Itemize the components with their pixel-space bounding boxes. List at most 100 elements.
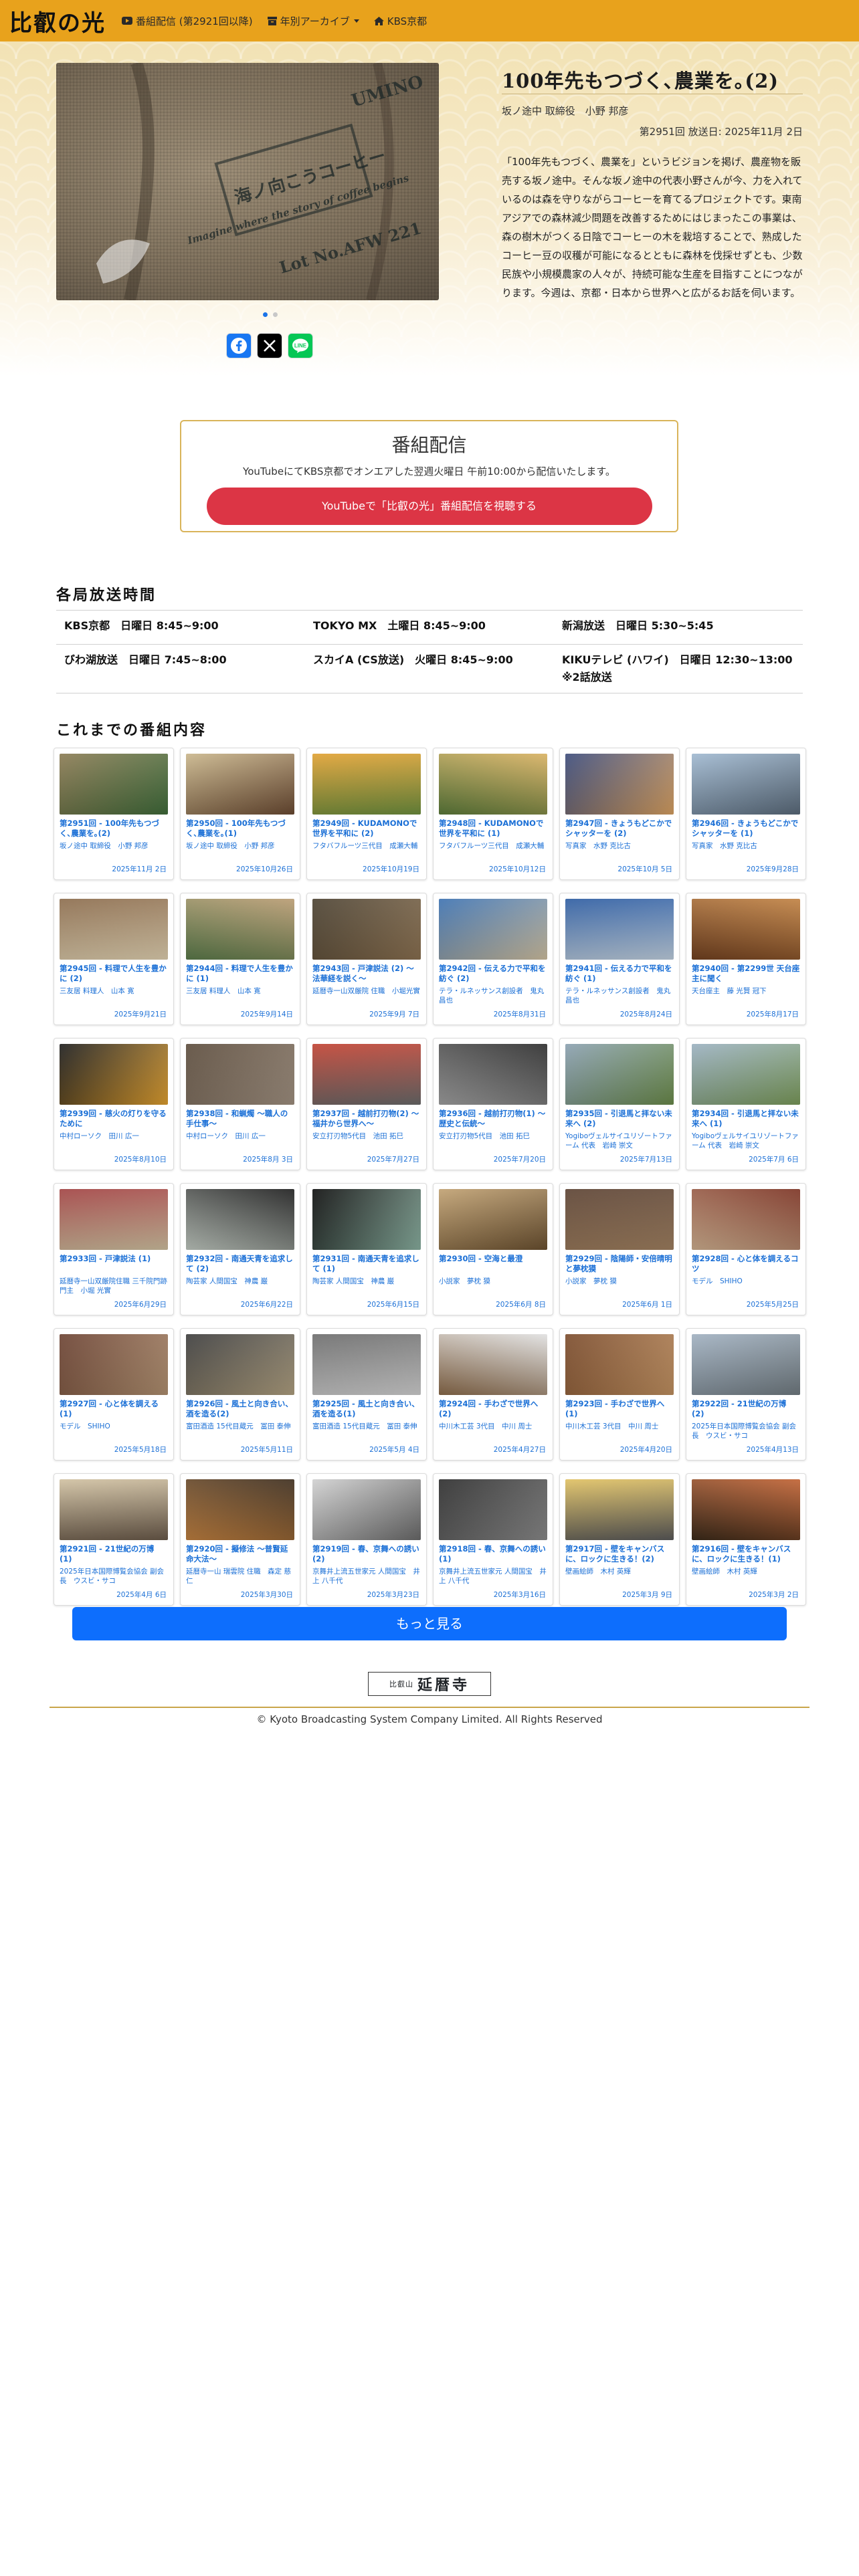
episode-card-title[interactable]: 第2934回 - 引退馬と拝ない未来へ (1) (692, 1109, 800, 1129)
episode-thumbnail[interactable] (439, 1334, 547, 1395)
episode-card-title[interactable]: 第2916回 - 壁をキャンバスに、ロックに生きる！(1) (692, 1544, 800, 1564)
episode-card[interactable]: 第2928回 - 心と体を調えるコツ モデル SHIHO 2025年5月25日 (686, 1183, 806, 1315)
episode-thumbnail[interactable] (312, 1479, 421, 1540)
episode-thumbnail[interactable] (60, 1334, 168, 1395)
episode-card[interactable]: 第2937回 - 越前打刃物(2) 〜福井から世界へ〜 安立打刃物5代目 池田 拓… (306, 1038, 427, 1170)
episode-thumbnail[interactable] (439, 1044, 547, 1105)
episode-card[interactable]: 第2930回 - 空海と最澄 小説家 夢枕 獏 2025年6月 8日 (433, 1183, 553, 1315)
episode-thumbnail[interactable] (186, 1479, 294, 1540)
episode-thumbnail[interactable] (186, 1334, 294, 1395)
episode-card-title[interactable]: 第2950回 - 100年先もつづく､農業を｡(1) (186, 819, 294, 839)
episode-card-title[interactable]: 第2949回 - KUDAMONOで世界を平和に (2) (312, 819, 421, 839)
episode-card[interactable]: 第2935回 - 引退馬と拝ない未来へ (2) Yogiboヴェルサイユリゾートフ… (559, 1038, 680, 1170)
episode-card[interactable]: 第2920回 - 擬修法 〜普賢延命大法〜 延暦寺一山 瑞雲院 住職 森定 慈仁 2… (180, 1473, 300, 1606)
episode-card[interactable]: 第2944回 - 料理で人生を豊かに (1) 三友居 料理人 山本 寛 2025年9… (180, 893, 300, 1025)
episode-thumbnail[interactable] (60, 899, 168, 960)
episode-thumbnail[interactable] (439, 1479, 547, 1540)
episode-thumbnail[interactable] (565, 1479, 674, 1540)
episode-thumbnail[interactable] (312, 1044, 421, 1105)
episode-card[interactable]: 第2916回 - 壁をキャンバスに、ロックに生きる！(1) 壁画絵師 木村 英輝 2… (686, 1473, 806, 1606)
nav-item-archive[interactable]: 年別アーカイブ (267, 14, 359, 28)
carousel-dot-1[interactable] (263, 312, 268, 317)
episode-thumbnail[interactable] (439, 899, 547, 960)
episode-thumbnail[interactable] (565, 1189, 674, 1250)
episode-thumbnail[interactable] (692, 899, 800, 960)
episode-card-title[interactable]: 第2923回 - 手わざで世界へ(1) (565, 1399, 674, 1419)
episode-thumbnail[interactable] (692, 1479, 800, 1540)
episode-card[interactable]: 第2934回 - 引退馬と拝ない未来へ (1) Yogiboヴェルサイユリゾートフ… (686, 1038, 806, 1170)
episode-thumbnail[interactable] (186, 1189, 294, 1250)
episode-card[interactable]: 第2939回 - 慈火の灯りを守るために 中村ローソク 田川 広一 2025年8月1… (54, 1038, 174, 1170)
episode-thumbnail[interactable] (565, 754, 674, 815)
facebook-share-button[interactable] (226, 333, 252, 358)
episode-card-title[interactable]: 第2951回 - 100年先もつづく､農業を｡(2) (60, 819, 168, 839)
episode-card-title[interactable]: 第2930回 - 空海と最澄 (439, 1254, 547, 1274)
carousel-dot-2[interactable] (273, 312, 278, 317)
episode-thumbnail[interactable] (692, 1044, 800, 1105)
episode-card[interactable]: 第2919回 - 春、京舞への誘い(2) 京舞井上流五世家元 人間国宝 井上 八千… (306, 1473, 427, 1606)
episode-card[interactable]: 第2947回 - きょうもどこかでシャッターを (2) 写真家 水野 克比古 202… (559, 748, 680, 880)
episode-card-title[interactable]: 第2944回 - 料理で人生を豊かに (1) (186, 964, 294, 984)
episode-thumbnail[interactable] (60, 1479, 168, 1540)
episode-card[interactable]: 第2951回 - 100年先もつづく､農業を｡(2) 坂ノ途中 取締役 小野 邦彦… (54, 748, 174, 880)
episode-card[interactable]: 第2940回 - 第2299世 天台座主に聞く 天台座主 藤 光賢 冠下 2025年… (686, 893, 806, 1025)
episode-card[interactable]: 第2950回 - 100年先もつづく､農業を｡(1) 坂ノ途中 取締役 小野 邦彦… (180, 748, 300, 880)
episode-card-title[interactable]: 第2946回 - きょうもどこかでシャッターを (1) (692, 819, 800, 839)
episode-card[interactable]: 第2949回 - KUDAMONOで世界を平和に (2) フタバフルーツ三代目 成… (306, 748, 427, 880)
episode-card[interactable]: 第2943回 - 戸津説法 (2) 〜法華経を説く〜 延暦寺一山双厳院 住職 小堀… (306, 893, 427, 1025)
youtube-watch-button[interactable]: YouTubeで「比叡の光」番組配信を視聴する (206, 488, 652, 525)
episode-card[interactable]: 第2938回 - 和蝋燭 〜職人の手仕事〜 中村ローソク 田川 広一 2025年8月… (180, 1038, 300, 1170)
episode-thumbnail[interactable] (60, 754, 168, 815)
episode-card[interactable]: 第2931回 - 南通天青を追求して (1) 陶芸家 人間国宝 神農 巌 2025年… (306, 1183, 427, 1315)
episode-card-title[interactable]: 第2948回 - KUDAMONOで世界を平和に (1) (439, 819, 547, 839)
episode-card[interactable]: 第2925回 - 風土と向き合い、酒を造る(1) 富田酒造 15代目蔵元 冨田 泰… (306, 1328, 427, 1461)
episode-card-title[interactable]: 第2945回 - 料理で人生を豊かに (2) (60, 964, 168, 984)
episode-card-title[interactable]: 第2932回 - 南通天青を追求して (2) (186, 1254, 294, 1274)
episode-card[interactable]: 第2932回 - 南通天青を追求して (2) 陶芸家 人間国宝 神農 巌 2025年… (180, 1183, 300, 1315)
episode-card-title[interactable]: 第2922回 - 21世紀の万博 (2) (692, 1399, 800, 1419)
episode-thumbnail[interactable] (186, 899, 294, 960)
episode-thumbnail[interactable] (312, 754, 421, 815)
load-more-button[interactable]: もっと見る (72, 1607, 787, 1640)
episode-thumbnail[interactable] (692, 754, 800, 815)
episode-card-title[interactable]: 第2918回 - 春、京舞への誘い(1) (439, 1544, 547, 1564)
episode-card-title[interactable]: 第2933回 - 戸津説法 (1) (60, 1254, 168, 1274)
episode-thumbnail[interactable] (565, 1334, 674, 1395)
episode-card[interactable]: 第2926回 - 風土と向き合い、酒を造る(2) 富田酒造 15代目蔵元 冨田 泰… (180, 1328, 300, 1461)
episode-thumbnail[interactable] (312, 1334, 421, 1395)
episode-card[interactable]: 第2942回 - 伝える力で平和を紡ぐ (2) テラ・ルネッサンス創設者 鬼丸 昌… (433, 893, 553, 1025)
episode-card[interactable]: 第2927回 - 心と体を調える (1) モデル SHIHO 2025年5月18日 (54, 1328, 174, 1461)
episode-card-title[interactable]: 第2928回 - 心と体を調えるコツ (692, 1254, 800, 1274)
episode-card[interactable]: 第2946回 - きょうもどこかでシャッターを (1) 写真家 水野 克比古 202… (686, 748, 806, 880)
episode-thumbnail[interactable] (565, 899, 674, 960)
episode-card-title[interactable]: 第2940回 - 第2299世 天台座主に聞く (692, 964, 800, 984)
episode-card-title[interactable]: 第2947回 - きょうもどこかでシャッターを (2) (565, 819, 674, 839)
episode-thumbnail[interactable] (565, 1044, 674, 1105)
episode-card[interactable]: 第2941回 - 伝える力で平和を紡ぐ (1) テラ・ルネッサンス創設者 鬼丸 昌… (559, 893, 680, 1025)
episode-thumbnail[interactable] (186, 1044, 294, 1105)
episode-card-title[interactable]: 第2939回 - 慈火の灯りを守るために (60, 1109, 168, 1129)
episode-card-title[interactable]: 第2924回 - 手わざで世界へ(2) (439, 1399, 547, 1419)
episode-card[interactable]: 第2929回 - 陰陽師・安倍晴明と夢枕獏 小説家 夢枕 獏 2025年6月 1日 (559, 1183, 680, 1315)
episode-card[interactable]: 第2948回 - KUDAMONOで世界を平和に (1) フタバフルーツ三代目 成… (433, 748, 553, 880)
episode-card-title[interactable]: 第2920回 - 擬修法 〜普賢延命大法〜 (186, 1544, 294, 1564)
episode-thumbnail[interactable] (439, 754, 547, 815)
line-share-button[interactable]: LINE (288, 333, 313, 358)
episode-card-title[interactable]: 第2941回 - 伝える力で平和を紡ぐ (1) (565, 964, 674, 984)
episode-card[interactable]: 第2933回 - 戸津説法 (1) 延暦寺一山双厳院住職 三千院門跡門主 小堀 光… (54, 1183, 174, 1315)
episode-thumbnail[interactable] (312, 899, 421, 960)
episode-card-title[interactable]: 第2931回 - 南通天青を追求して (1) (312, 1254, 421, 1274)
episode-thumbnail[interactable] (439, 1189, 547, 1250)
episode-card-title[interactable]: 第2938回 - 和蝋燭 〜職人の手仕事〜 (186, 1109, 294, 1129)
episode-card-title[interactable]: 第2942回 - 伝える力で平和を紡ぐ (2) (439, 964, 547, 984)
site-brand[interactable]: 比叡の光 (9, 5, 106, 37)
hero-image-coffee-bag[interactable]: UMINO 海ノ向こうコーヒー Imagine where the story … (56, 63, 439, 300)
episode-card-title[interactable]: 第2936回 - 越前打刃物(1) 〜歴史と伝統〜 (439, 1109, 547, 1129)
episode-thumbnail[interactable] (60, 1044, 168, 1105)
nav-item-broadcast[interactable]: 番組配信 (第2921回以降) (122, 14, 253, 28)
episode-thumbnail[interactable] (692, 1334, 800, 1395)
episode-card-title[interactable]: 第2917回 - 壁をキャンバスに、ロックに生きる！(2) (565, 1544, 674, 1564)
episode-card[interactable]: 第2921回 - 21世紀の万博 (1) 2025年日本国際博覧会協会 副会長 ウ… (54, 1473, 174, 1606)
x-share-button[interactable] (257, 333, 282, 358)
episode-card-title[interactable]: 第2921回 - 21世紀の万博 (1) (60, 1544, 168, 1564)
